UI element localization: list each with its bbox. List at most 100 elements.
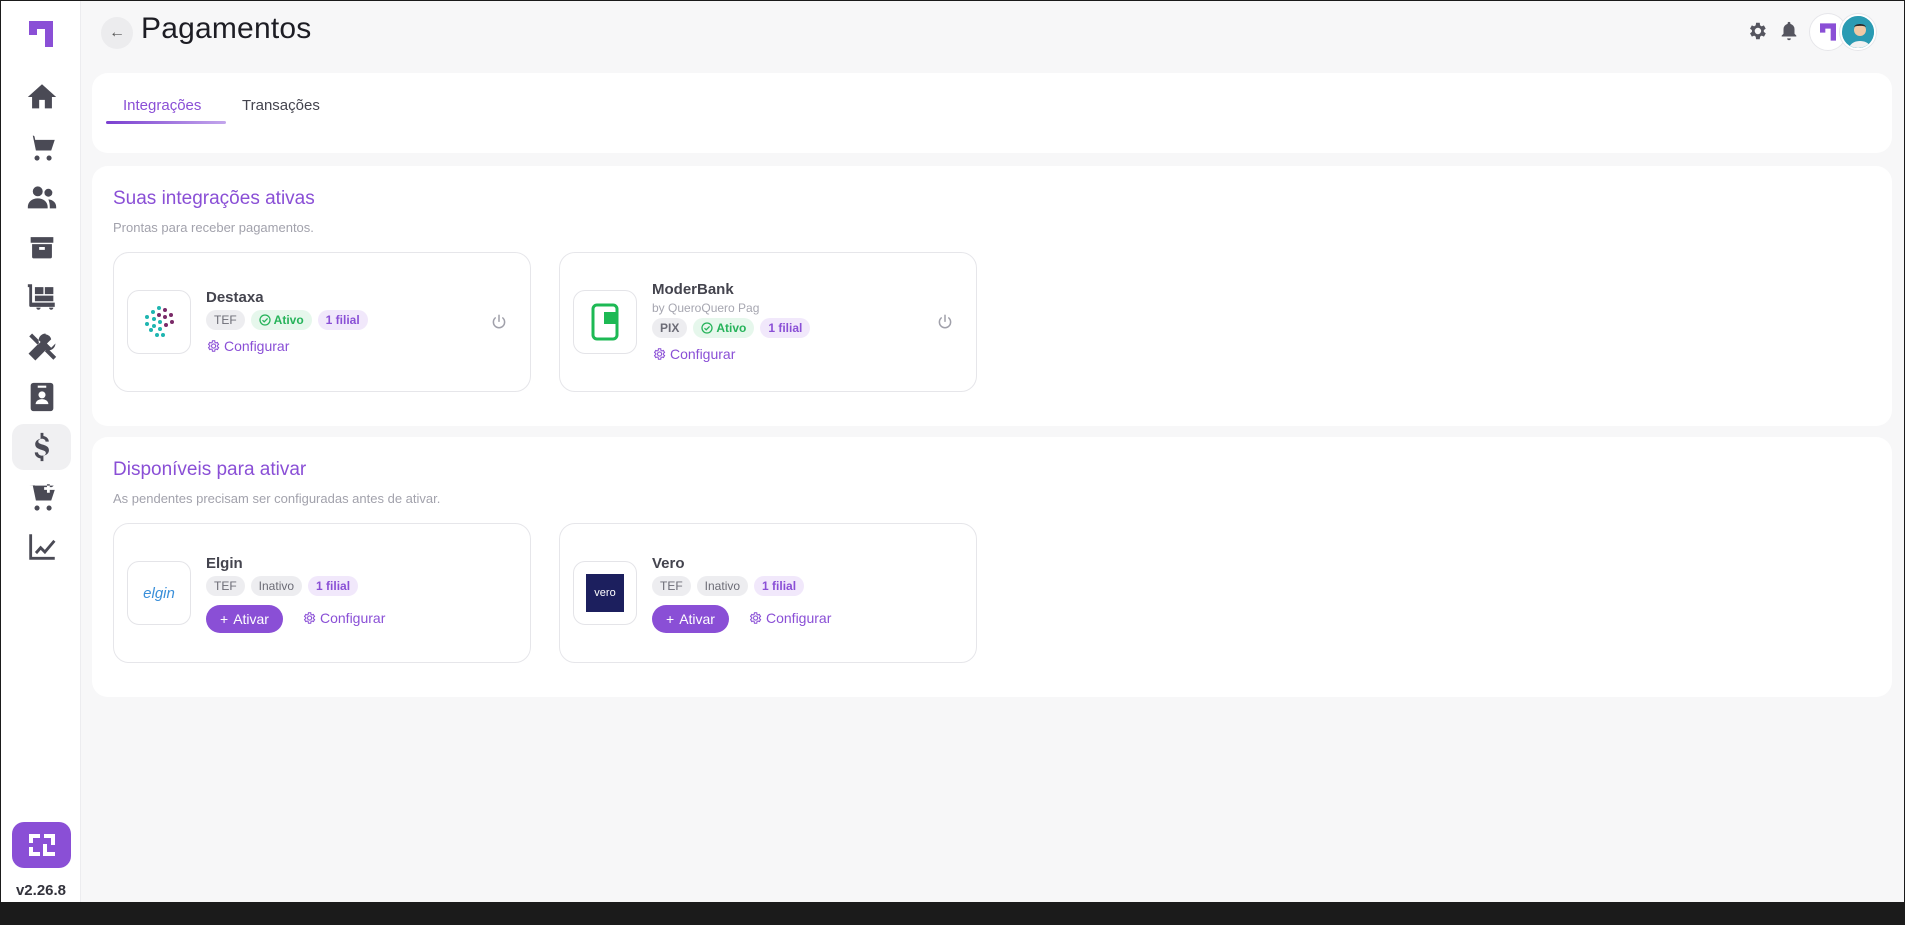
app-logo-icon [1820,23,1836,41]
destaxa-logo-icon [145,306,174,337]
app-version: v2.26.8 [15,882,67,899]
elgin-logo-text: elgin [143,584,175,602]
sidebar-item-cart[interactable] [12,124,71,170]
section-title: Disponíveis para ativar [113,459,307,480]
sidebar-item-logistics[interactable] [12,274,71,320]
integration-card-elgin: elgin Elgin TEF Inativo 1 filial + Ativa… [113,523,531,663]
integration-tags: TEF Ativo 1 filial [206,310,368,330]
bell-icon [1781,21,1797,41]
configure-label: Configurar [766,610,832,626]
activate-button[interactable]: + Ativar [206,605,283,633]
vero-logo-mark: vero [586,574,624,612]
dolly-icon [27,284,55,310]
configure-link[interactable]: Configurar [206,338,289,354]
type-badge: TEF [206,576,245,596]
back-button[interactable]: ← [101,17,133,49]
status-label: Ativo [273,313,304,327]
integration-name: Elgin [206,555,243,572]
vero-logo: vero [573,561,637,625]
configure-label: Configurar [670,346,736,362]
integration-tags: PIX Ativo 1 filial [652,318,811,338]
status-badge: Ativo [250,310,312,330]
destaxa-logo [127,290,191,354]
branch-count-badge: 1 filial [317,310,368,330]
plus-icon: + [220,611,229,627]
section-title: Suas integrações ativas [113,188,315,209]
configure-label: Configurar [224,338,290,354]
vero-logo-text: vero [594,587,616,599]
configure-label: Configurar [320,610,386,626]
tools-icon [28,333,56,361]
branch-count-badge: 1 filial [754,576,805,596]
tab-integracoes[interactable]: Integrações [123,97,201,114]
integration-provider: by QueroQuero Pag [652,301,760,315]
brand-logo-icon [28,834,55,856]
integration-name: Destaxa [206,289,264,306]
configure-link[interactable]: Configurar [748,610,831,626]
arrow-left-icon: ← [109,24,125,41]
sidebar-item-reports[interactable] [12,524,71,570]
active-integrations-panel: Suas integrações ativas Prontas para rec… [92,166,1892,426]
status-label: Ativo [716,321,747,335]
status-badge: Inativo [250,576,303,596]
user-avatars[interactable] [1810,14,1878,50]
integration-name: ModerBank [652,281,734,298]
activate-label: Ativar [233,611,269,627]
sidebar-item-tools[interactable] [12,324,71,370]
type-badge: TEF [206,310,245,330]
notifications-button[interactable] [1778,20,1800,42]
sidebar-item-home[interactable] [12,74,71,120]
user-photo-icon [1842,16,1874,48]
configure-link[interactable]: Configurar [652,346,735,362]
sidebar-item-customers[interactable] [12,174,71,220]
home-icon [27,84,56,109]
cart-plus-icon [28,484,55,511]
check-circle-icon [701,322,713,334]
branch-count-badge: 1 filial [308,576,359,596]
branch-count-badge: 1 filial [760,318,811,338]
sidebar-item-products[interactable] [12,224,71,270]
gear-icon [303,612,316,624]
box-icon [30,237,53,259]
power-icon[interactable] [936,313,954,331]
settings-button[interactable] [1746,20,1768,42]
power-icon[interactable] [490,313,508,331]
sidebar-item-contacts[interactable] [12,374,71,420]
moderbank-logo [573,290,637,354]
window-bottom-edge [0,912,1905,925]
sidebar: v2.26.8 [1,1,81,902]
status-badge: Ativo [693,318,755,338]
section-subtitle: Prontas para receber pagamentos. [113,220,314,235]
tabs-panel: Integrações Transações [92,73,1892,153]
type-badge: PIX [652,318,688,338]
users-icon [27,186,56,209]
app-logo-icon[interactable] [25,19,57,49]
integration-card-vero: vero Vero TEF Inativo 1 filial + Ativar … [559,523,977,663]
gear-icon [749,612,762,624]
user-avatar[interactable] [1840,14,1876,50]
section-subtitle: As pendentes precisam ser configuradas a… [113,491,441,506]
activate-label: Ativar [679,611,715,627]
gear-icon [207,340,220,352]
sidebar-item-payments[interactable] [12,424,71,470]
configure-link[interactable]: Configurar [302,610,385,626]
integration-tags: TEF Inativo 1 filial [206,576,359,596]
integration-card-moderbank: ModerBank by QueroQuero Pag PIX Ativo 1 … [559,252,977,392]
integration-name: Vero [652,555,685,572]
dollar-icon [34,432,49,462]
gear-icon [1750,22,1766,40]
available-integrations-panel: Disponíveis para ativar As pendentes pre… [92,437,1892,697]
sidebar-item-add-to-cart[interactable] [12,474,71,520]
activate-button[interactable]: + Ativar [652,605,729,633]
contact-card-icon [30,382,53,412]
gear-icon [653,348,666,360]
plus-icon: + [666,611,675,627]
integration-tags: TEF Inativo 1 filial [652,576,805,596]
moderbank-logo-icon [591,303,619,341]
brand-button[interactable] [12,822,71,868]
tab-transacoes[interactable]: Transações [242,97,320,114]
active-tab-indicator [106,121,226,124]
status-badge: Inativo [696,576,749,596]
check-circle-icon [259,314,271,326]
type-badge: TEF [652,576,691,596]
